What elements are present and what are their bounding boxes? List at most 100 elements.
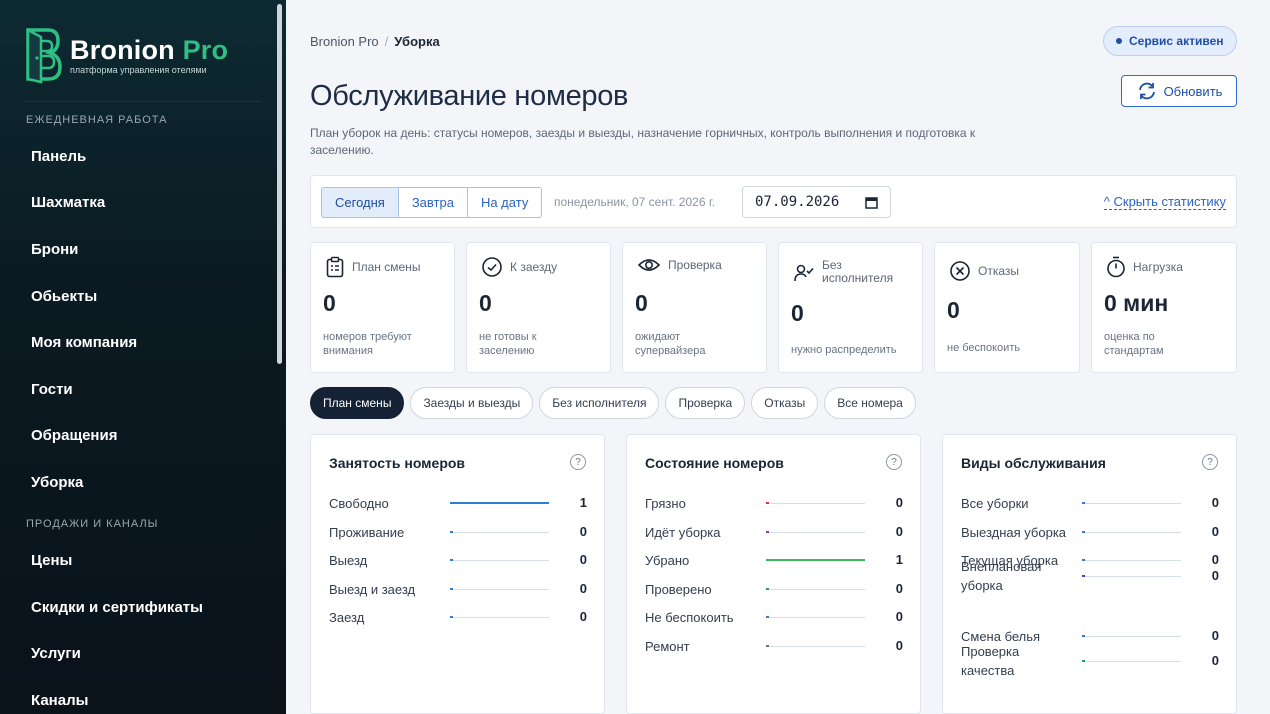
filter-shift-plan[interactable]: План смены — [310, 387, 405, 419]
breadcrumb: Bronion Pro / Уборка — [310, 34, 440, 49]
stat-row[interactable]: Грязно 0 — [645, 494, 903, 514]
stat-value: 0 — [791, 300, 804, 326]
help-icon[interactable]: ? — [886, 454, 902, 470]
filter-inspection[interactable]: Проверка — [665, 387, 746, 419]
tab-today[interactable]: Сегодня — [321, 187, 399, 218]
row-value: 0 — [1211, 628, 1219, 643]
progress-fill — [766, 645, 769, 647]
stat-row[interactable]: Выезд и заезд 0 — [329, 580, 587, 600]
stat-row[interactable]: Заезд 0 — [329, 608, 587, 628]
stat-card-unassigned[interactable]: Без исполнителя 0 нужно распределить — [778, 242, 923, 373]
row-label: Выездная уборка — [961, 525, 1067, 540]
stat-row[interactable]: Идёт уборка 0 — [645, 523, 903, 543]
progress-track — [1082, 531, 1181, 533]
stat-row[interactable]: Убрано 1 — [645, 551, 903, 571]
date-range-tabs: Сегодня Завтра На дату — [321, 187, 543, 218]
progress-track — [1082, 502, 1181, 504]
sidebar-item-bookings[interactable]: Брони — [31, 241, 78, 258]
stat-value: 0 — [323, 290, 336, 316]
row-label: Все уборки — [961, 496, 1029, 511]
tab-tomorrow[interactable]: Завтра — [397, 187, 468, 218]
stat-row[interactable]: Внеплановая уборка 0 — [961, 557, 1219, 597]
breadcrumb-root[interactable]: Bronion Pro — [310, 34, 379, 49]
hide-stats-link[interactable]: ^ Скрыть статистику — [1103, 194, 1226, 210]
progress-track — [1082, 575, 1181, 577]
row-value: 0 — [1211, 568, 1219, 583]
stat-row[interactable]: Проверено 0 — [645, 580, 903, 600]
progress-fill — [766, 616, 769, 618]
stat-row[interactable]: Проверка качества 0 — [961, 642, 1219, 682]
page-description: План уборок на день: статусы номеров, за… — [310, 126, 976, 157]
row-label: Проживание — [329, 525, 405, 540]
stat-value: 0 — [635, 290, 648, 316]
stat-card-shift-plan[interactable]: План смены 0 номеров требуют внимания — [310, 242, 455, 373]
progress-fill — [450, 559, 453, 561]
sidebar-item-panel[interactable]: Панель — [31, 148, 86, 165]
row-label: Проверено — [645, 582, 712, 597]
sidebar-item-chessboard[interactable]: Шахматка — [31, 194, 105, 211]
breadcrumb-current: Уборка — [394, 34, 440, 49]
stat-row[interactable]: Все уборки 0 — [961, 494, 1219, 514]
row-value: 1 — [895, 552, 903, 567]
refresh-icon — [1138, 82, 1155, 100]
sidebar-item-discounts[interactable]: Скидки и сертификаты — [31, 599, 203, 616]
refresh-button[interactable]: Обновить — [1121, 75, 1237, 107]
eye-icon — [637, 259, 661, 271]
progress-track — [766, 616, 865, 618]
row-value: 0 — [1211, 495, 1219, 510]
row-value: 0 — [579, 524, 587, 539]
brand-logo[interactable]: Bronion Pro платформа управления отелями — [24, 26, 228, 84]
stat-subtitle: ожидают супервайзера — [635, 331, 706, 357]
x-circle-icon — [950, 261, 970, 281]
stat-card-checkin[interactable]: К заезду 0 не готовы к заселению — [466, 242, 611, 373]
sidebar-item-company[interactable]: Моя компания — [31, 334, 137, 351]
filter-arrivals-departures[interactable]: Заезды и выезды — [410, 387, 534, 419]
stat-row[interactable]: Выезд 0 — [329, 551, 587, 571]
date-input[interactable]: 07.09.2026 — [742, 186, 891, 218]
stat-subtitle: не беспокоить — [947, 342, 1021, 354]
filter-all-rooms[interactable]: Все номера — [824, 387, 916, 419]
row-label: Идёт уборка — [645, 525, 721, 540]
page-title: Обслуживание номеров — [310, 80, 629, 112]
progress-fill — [1082, 635, 1085, 637]
stat-row[interactable]: Проживание 0 — [329, 523, 587, 543]
sidebar-item-guests[interactable]: Гости — [31, 381, 73, 398]
row-value: 0 — [895, 609, 903, 624]
sidebar-item-cleaning[interactable]: Уборка — [31, 474, 83, 491]
sidebar-item-objects[interactable]: Обьекты — [31, 288, 97, 305]
row-label: Ремонт — [645, 639, 690, 654]
row-value: 0 — [895, 524, 903, 539]
filter-unassigned[interactable]: Без исполнителя — [539, 387, 660, 419]
stat-row[interactable]: Не беспокоить 0 — [645, 608, 903, 628]
stat-card-inspection[interactable]: Проверка 0 ожидают супервайзера — [622, 242, 767, 373]
row-value: 0 — [895, 495, 903, 510]
sidebar-item-services[interactable]: Услуги — [31, 645, 81, 662]
row-value: 0 — [579, 581, 587, 596]
help-icon[interactable]: ? — [570, 454, 586, 470]
sidebar-item-channels[interactable]: Каналы — [31, 692, 88, 709]
progress-fill — [766, 559, 865, 561]
sidebar-item-prices[interactable]: Цены — [31, 552, 72, 569]
progress-fill — [766, 502, 769, 504]
stat-row[interactable]: Ремонт 0 — [645, 637, 903, 657]
panel-title: Состояние номеров — [645, 455, 784, 471]
stat-row[interactable]: Свободно 1 — [329, 494, 587, 514]
row-label: Заезд — [329, 610, 365, 625]
stat-subtitle: не готовы к заселению — [479, 331, 537, 357]
row-value: 0 — [579, 609, 587, 624]
progress-fill — [450, 531, 453, 533]
check-circle-icon — [482, 257, 502, 277]
stat-card-workload[interactable]: Нагрузка 0 мин оценка по стандартам — [1091, 242, 1237, 373]
sidebar-divider — [24, 101, 262, 102]
help-icon[interactable]: ? — [1202, 454, 1218, 470]
row-label: Убрано — [645, 553, 690, 568]
tab-by-date[interactable]: На дату — [466, 187, 543, 218]
sidebar-scrollbar[interactable] — [277, 4, 282, 364]
filter-refusals[interactable]: Отказы — [751, 387, 819, 419]
row-value: 1 — [579, 495, 587, 510]
row-label: Выезд — [329, 553, 368, 568]
stat-card-refusals[interactable]: Отказы 0 не беспокоить — [934, 242, 1080, 373]
sidebar-item-requests[interactable]: Обращения — [31, 427, 117, 444]
filter-pills: План смены Заезды и выезды Без исполните… — [310, 387, 922, 419]
stat-row[interactable]: Выездная уборка 0 — [961, 523, 1219, 543]
